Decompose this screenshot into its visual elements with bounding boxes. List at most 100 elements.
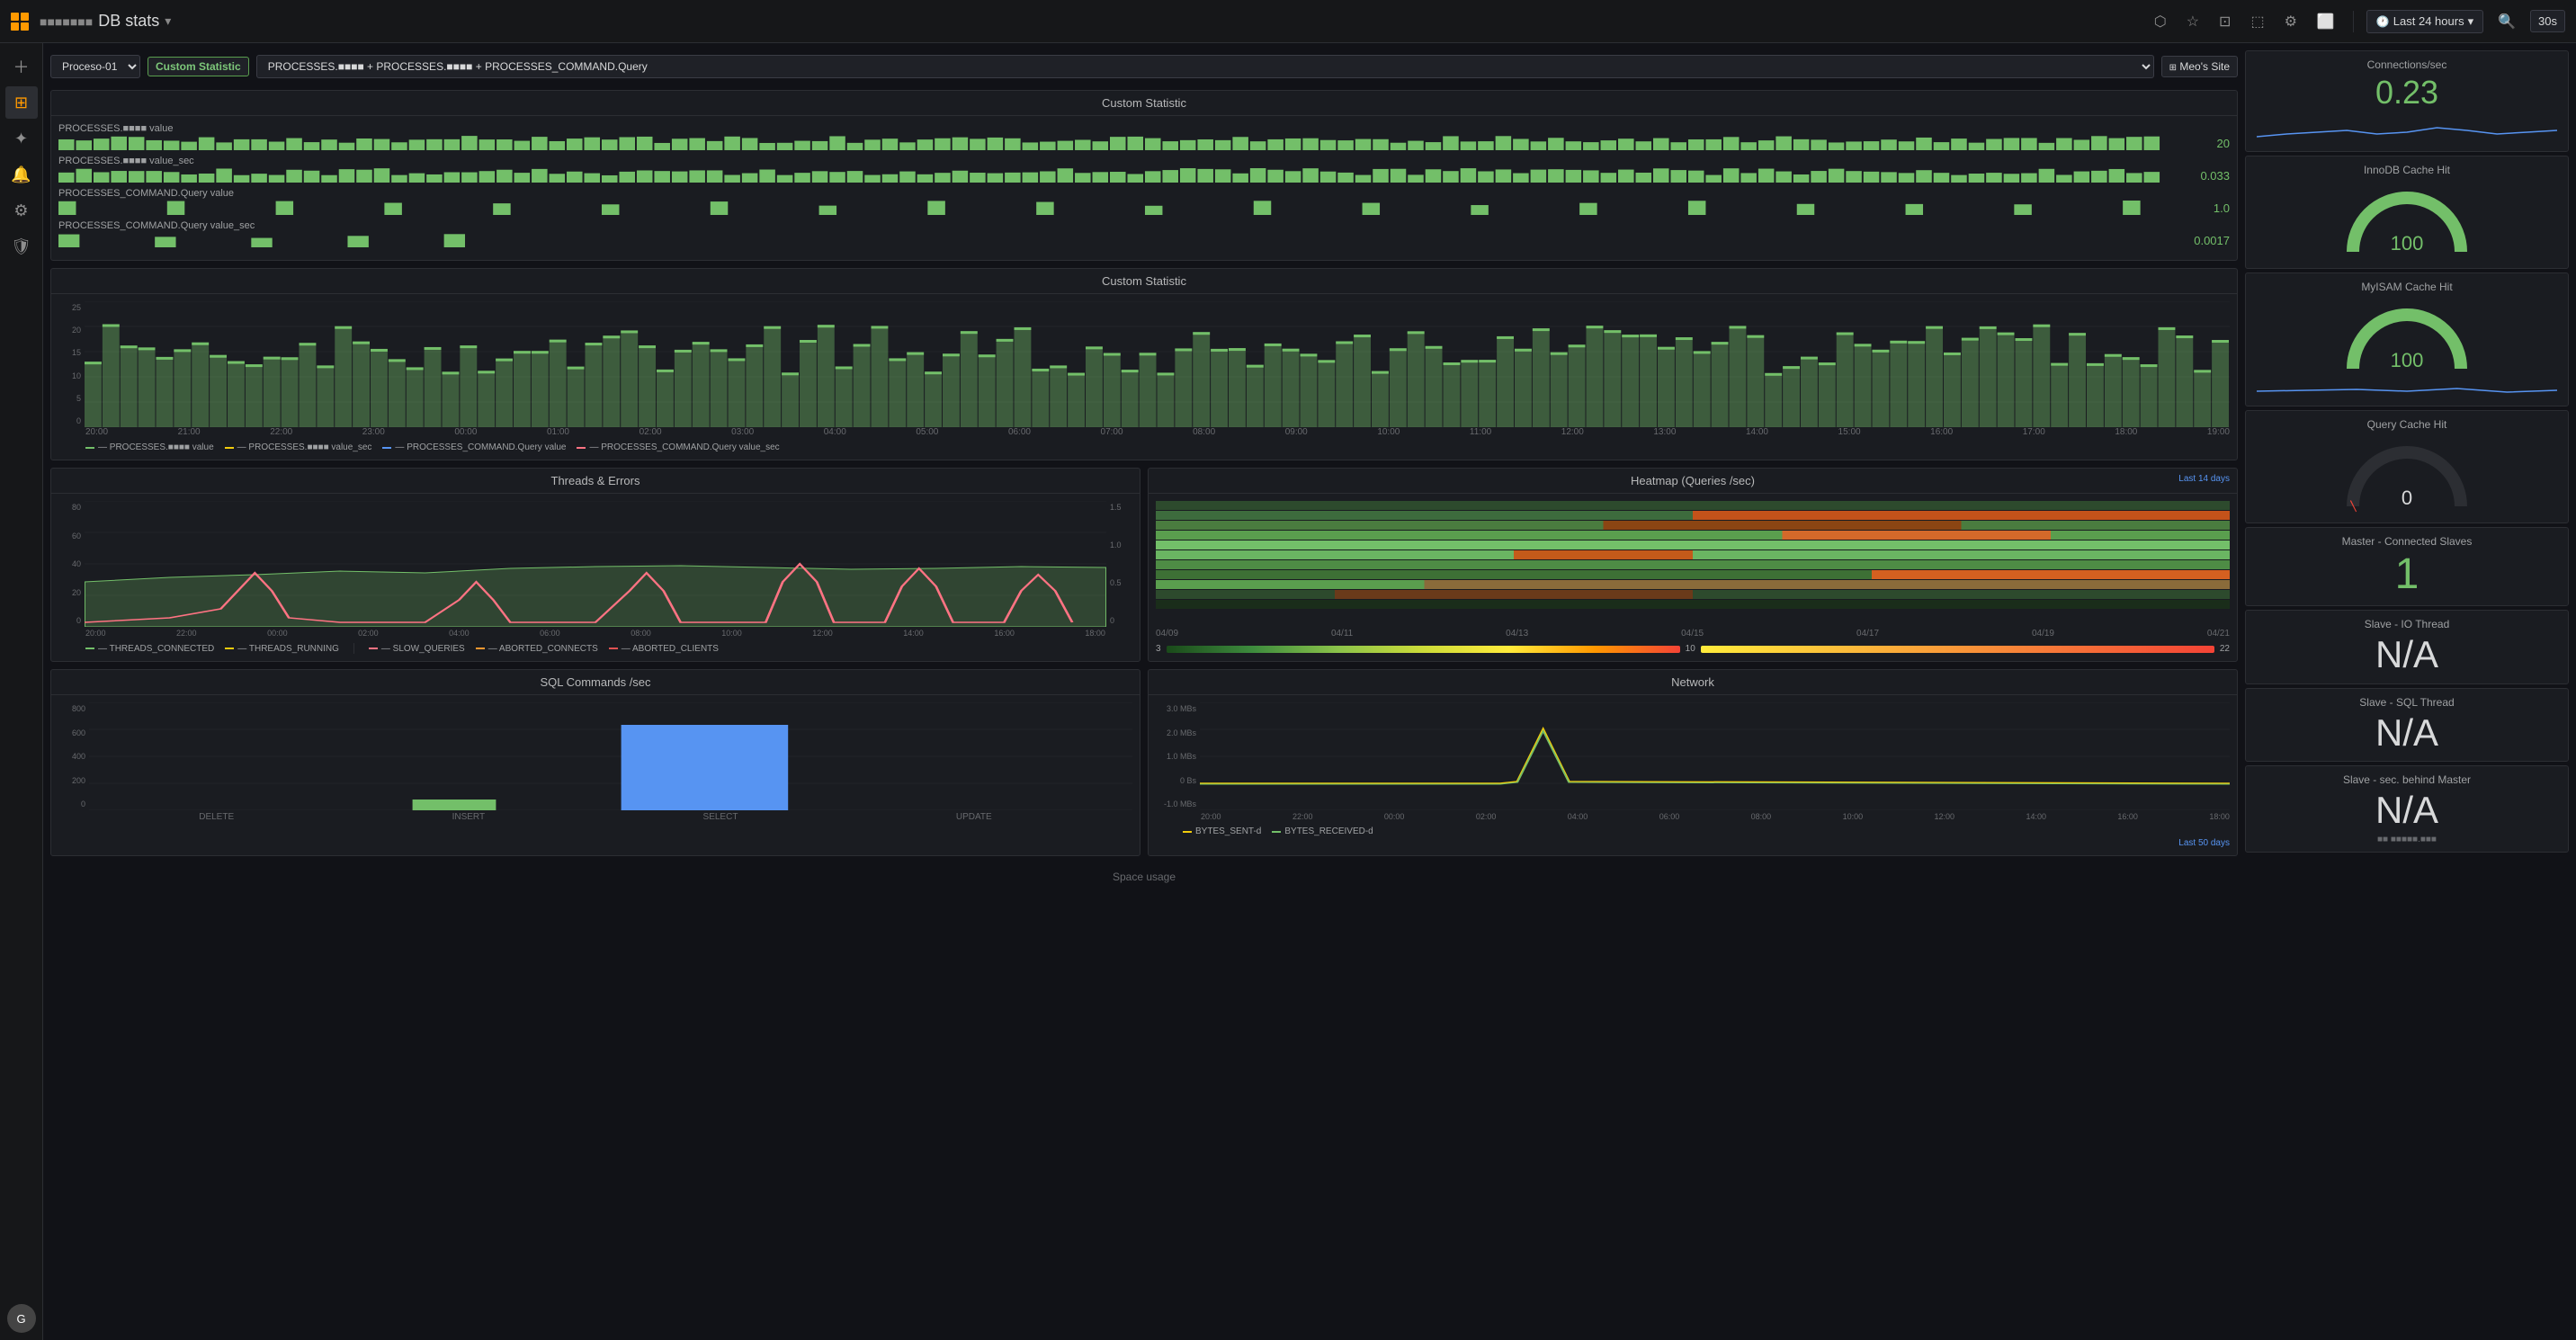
top-nav: ■■■■■■■ DB stats ▾ ⬡ ☆ ⊡ ⬚ ⚙ ⬜ 🕐 Last 24… — [0, 0, 2576, 43]
connections-sparkline — [2257, 114, 2557, 141]
sparkline-row-2: PROCESSES_COMMAND.Query value 1.0 — [58, 188, 2230, 215]
panel2-body: 2520151050 — [51, 294, 2237, 460]
zoom-btn[interactable]: 🔍 — [2492, 9, 2521, 34]
app-logo[interactable] — [11, 13, 29, 31]
sparkline-label-1: PROCESSES.■■■■ value_sec — [58, 156, 2230, 166]
query-selector[interactable]: PROCESSES.■■■■ + PROCESSES.■■■■ + PROCES… — [256, 55, 2154, 78]
stat-connections-value: 0.23 — [2257, 75, 2557, 111]
settings-btn[interactable]: ⚙ — [2279, 9, 2303, 34]
snapshot-btn[interactable]: ⬚ — [2245, 9, 2269, 34]
query-cache-gauge-svg: 0 — [2335, 434, 2479, 515]
innodb-gauge-svg: 100 — [2335, 180, 2479, 261]
sparkline-value-2: 1.0 — [2167, 201, 2230, 215]
stat-master-slaves-title: Master - Connected Slaves — [2257, 535, 2557, 548]
svg-text:100: 100 — [2391, 349, 2424, 371]
heatmap-panel-body: 04/0904/1104/1304/1504/1704/1904/21 3 10… — [1149, 494, 2237, 661]
stat-slave-io-value: N/A — [2257, 634, 2557, 675]
stat-myisam-title: MyISAM Cache Hit — [2257, 281, 2557, 293]
sparkline-bars-2 — [58, 201, 2161, 215]
stat-innodb-title: InnoDB Cache Hit — [2257, 164, 2557, 176]
center-panels: Proceso-01 Custom Statistic PROCESSES.■■… — [50, 50, 2238, 1333]
sidebar-item-dashboard[interactable]: ⊞ — [5, 86, 38, 119]
custom-stat-panel-1: Custom Statistic PROCESSES.■■■■ value 20… — [50, 90, 2238, 261]
stat-master-slaves: Master - Connected Slaves 1 — [2245, 527, 2569, 607]
threads-panel: Threads & Errors 806040200 — [50, 468, 1140, 662]
sparkline-value-3: 0.0017 — [2167, 234, 2230, 247]
network-chart-svg — [1200, 702, 2230, 810]
panel1-header: Custom Statistic — [51, 91, 2237, 116]
stat-query-cache: Query Cache Hit 0 — [2245, 410, 2569, 523]
stat-footer-label: ■■ ■■■■■.■■■ — [2257, 835, 2557, 844]
network-panel: Network 3.0 MBs2.0 MBs1.0 MBs0 Bs-1.0 MB… — [1148, 669, 2238, 856]
innodb-gauge: 100 — [2257, 180, 2557, 261]
threads-legend: — THREADS_CONNECTED — THREADS_RUNNING — … — [58, 638, 1132, 654]
sparkline-wrap-0: 20 — [58, 136, 2230, 150]
bar-chart-svg — [85, 301, 2230, 427]
sparkline-wrap-2: 1.0 — [58, 201, 2230, 215]
myisam-gauge-svg: 100 — [2335, 297, 2479, 378]
heatmap-legend: 3 10 22 — [1156, 644, 2230, 654]
meo-site-btn[interactable]: ⊞ Meo's Site — [2161, 56, 2238, 77]
stat-slave-sql: Slave - SQL Thread N/A — [2245, 688, 2569, 762]
chart2-legend: — PROCESSES.■■■■ value — PROCESSES.■■■■ … — [58, 437, 2230, 452]
main-content: Proceso-01 Custom Statistic PROCESSES.■■… — [43, 43, 2576, 1340]
sidebar-item-explore[interactable]: ✦ — [5, 122, 38, 155]
sparkline-bars-1 — [58, 168, 2161, 183]
chart-icon-btn[interactable]: ⬡ — [2149, 9, 2172, 34]
stat-slave-io: Slave - IO Thread N/A — [2245, 610, 2569, 683]
threads-panel-body: 806040200 — [51, 494, 1140, 661]
sparkline-bars-3 — [58, 233, 2161, 247]
stat-slave-behind: Slave - sec. behind Master N/A ■■ ■■■■■.… — [2245, 765, 2569, 853]
network-last-label: Last 50 days — [1156, 838, 2230, 848]
sparkline-wrap-1: 0.033 — [58, 168, 2230, 183]
sidebar-item-settings[interactable]: ⚙ — [5, 194, 38, 227]
stat-slave-sql-value: N/A — [2257, 712, 2557, 754]
heatmap-panel-header: Heatmap (Queries /sec) Last 14 days — [1149, 469, 2237, 494]
main-layout: ＋ ⊞ ✦ 🔔 ⚙ 🛡 G Proceso-01 Custom Statisti… — [0, 43, 2576, 1340]
page-title: ■■■■■■■ DB stats ▾ — [40, 12, 171, 31]
sidebar-item-alerts[interactable]: 🔔 — [5, 158, 38, 191]
sql-chart-svg — [89, 702, 1132, 810]
sql-panel: SQL Commands /sec 8006004002000 — [50, 669, 1140, 856]
threads-chart-svg — [85, 501, 1106, 627]
sidebar-item-add[interactable]: ＋ — [5, 50, 38, 83]
network-panel-body: 3.0 MBs2.0 MBs1.0 MBs0 Bs-1.0 MBs — [1149, 695, 2237, 855]
bottom-row-2: SQL Commands /sec 8006004002000 — [50, 669, 2238, 856]
chart2-x-labels: 20:0021:0022:0023:00 00:0001:0002:0003:0… — [58, 427, 2230, 437]
share-btn[interactable]: ⊡ — [2214, 9, 2236, 34]
sparkline-wrap-3: 0.0017 — [58, 233, 2230, 247]
heatmap-svg — [1156, 501, 2230, 609]
star-btn[interactable]: ☆ — [2181, 9, 2205, 34]
sql-panel-body: 8006004002000 — [51, 695, 1140, 829]
last-14d: Last 14 days — [2178, 474, 2230, 484]
sparkline-row-1: PROCESSES.■■■■ value_sec 0.033 — [58, 156, 2230, 183]
nav-left: ■■■■■■■ DB stats ▾ — [11, 12, 171, 31]
sparkline-value-0: 20 — [2167, 137, 2230, 150]
sparkline-row-0: PROCESSES.■■■■ value 20 — [58, 123, 2230, 150]
time-range-btn[interactable]: 🕐 Last 24 hours ▾ — [2366, 10, 2483, 33]
sidebar-avatar[interactable]: G — [7, 1304, 36, 1333]
svg-text:100: 100 — [2391, 232, 2424, 255]
sparkline-label-0: PROCESSES.■■■■ value — [58, 123, 2230, 134]
legend-item-0: — PROCESSES.■■■■ value — [85, 442, 214, 452]
panel1-body: PROCESSES.■■■■ value 20 PROCESSES.■■■■ v… — [51, 116, 2237, 260]
network-legend: BYTES_SENT-d BYTES_RECEIVED-d — [1156, 821, 2230, 836]
sidebar-item-shield[interactable]: 🛡 — [5, 230, 38, 263]
stat-slave-behind-value: N/A — [2257, 790, 2557, 831]
stat-connections-title: Connections/sec — [2257, 58, 2557, 71]
filter-dropdown[interactable]: Proceso-01 — [50, 55, 140, 78]
query-cache-gauge: 0 — [2257, 434, 2557, 515]
sparkline-bars-0 — [58, 136, 2161, 150]
sparkline-row-3: PROCESSES_COMMAND.Query value_sec 0.0017 — [58, 220, 2230, 247]
space-usage-label: Space usage — [50, 863, 2238, 890]
refresh-btn[interactable]: 30s — [2530, 10, 2565, 32]
nav-right: ⬡ ☆ ⊡ ⬚ ⚙ ⬜ 🕐 Last 24 hours ▾ 🔍 30s — [2149, 9, 2565, 34]
legend-item-2: — PROCESSES_COMMAND.Query value — [382, 442, 566, 452]
monitor-btn[interactable]: ⬜ — [2312, 9, 2340, 34]
svg-text:0: 0 — [2402, 487, 2412, 509]
right-sidebar: Connections/sec 0.23 InnoDB Cache Hit 10… — [2245, 50, 2569, 1333]
legend-item-1: — PROCESSES.■■■■ value_sec — [225, 442, 372, 452]
threads-panel-header: Threads & Errors — [51, 469, 1140, 494]
heatmap-panel: Heatmap (Queries /sec) Last 14 days — [1148, 468, 2238, 662]
sparkline-label-2: PROCESSES_COMMAND.Query value — [58, 188, 2230, 199]
